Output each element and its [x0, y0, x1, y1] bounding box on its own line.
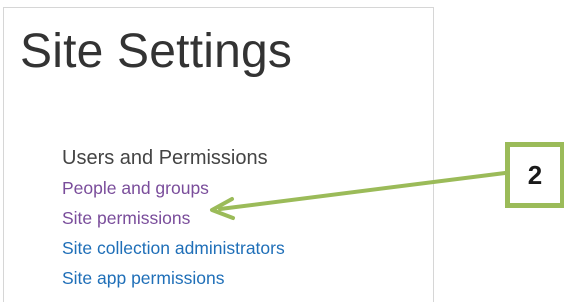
page-title: Site Settings — [20, 25, 293, 78]
site-collection-administrators-link[interactable]: Site collection administrators — [62, 238, 285, 258]
site-app-permissions-link[interactable]: Site app permissions — [62, 268, 224, 288]
settings-link-list: People and groups Site permissions Site … — [62, 174, 285, 294]
step-number: 2 — [527, 159, 543, 190]
site-permissions-link[interactable]: Site permissions — [62, 208, 190, 228]
people-and-groups-link[interactable]: People and groups — [62, 178, 209, 198]
step-callout-box: 2 — [505, 142, 564, 208]
list-item: Site app permissions — [62, 264, 285, 294]
screenshot-stage: Site Settings Users and Permissions Peop… — [0, 0, 564, 302]
site-settings-panel: Site Settings Users and Permissions Peop… — [3, 7, 434, 302]
list-item: Site collection administrators — [62, 234, 285, 264]
list-item: Site permissions — [62, 204, 285, 234]
list-item: People and groups — [62, 174, 285, 204]
section-heading: Users and Permissions — [62, 147, 268, 169]
users-and-permissions-section: Users and Permissions People and groups … — [62, 144, 285, 294]
